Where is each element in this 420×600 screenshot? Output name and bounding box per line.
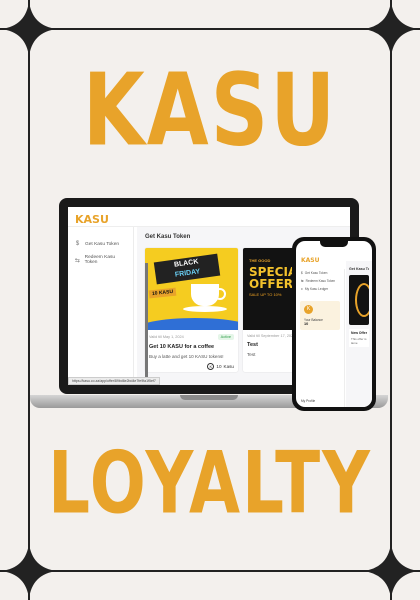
page-title: Get Kasu Token [349, 267, 369, 271]
headline-loyalty: LOYALTY [48, 433, 372, 534]
phone-mockup: KASU $ Get Kasu Token ⇆ Redeem Kasu Token … [292, 237, 376, 411]
sidebar-item-redeem-token[interactable]: ⇆ Redeem Kasu Token [296, 277, 344, 285]
sparkle-icon [1, 543, 57, 599]
status-badge: Active [217, 334, 234, 340]
redeem-icon: ⇆ [74, 257, 80, 264]
phone-screen: KASU $ Get Kasu Token ⇆ Redeem Kasu Token … [296, 241, 372, 407]
redeem-icon: ⇆ [301, 279, 304, 283]
frame-line-top [0, 28, 420, 30]
dollar-icon: $ [301, 271, 303, 275]
sidebar-item-redeem-token[interactable]: ⇆ Redeem Kasu Token [68, 251, 133, 269]
valid-date: Valid till May 1, 2024 [149, 335, 184, 339]
reward-amount: 10 [216, 364, 222, 369]
sparkle-icon [363, 543, 419, 599]
black-friday-art: BLACK FRIDAY [153, 253, 221, 285]
kasu-coin-icon: K [304, 305, 313, 314]
coffee-cup-icon [191, 284, 226, 306]
blue-swoosh-shape [145, 318, 238, 330]
profile-link[interactable]: My Profile [301, 399, 315, 403]
valid-date: Valid till September 17, 2024 [247, 334, 296, 338]
phone-main: Get Kasu Token New Offer This offer is l… [346, 261, 372, 407]
status-url: https://kasu.co.za/app/offer/89bd6e2bd4e… [68, 377, 160, 385]
offer-art-sub: SALE UP TO 10% [249, 292, 282, 297]
offer-reward: K 10 Kasu [145, 361, 238, 372]
frame-line-bottom [0, 570, 420, 572]
app-logo[interactable]: KASU [75, 213, 109, 226]
offer-image: BLACK FRIDAY 10 KASU [145, 248, 238, 330]
offer-title: New Offer [351, 331, 368, 335]
offer-card[interactable]: BLACK FRIDAY 10 KASU Valid till May 1, 2… [145, 248, 238, 372]
sidebar-item-label: Redeem Kasu Token [84, 255, 116, 265]
dollar-icon: $ [75, 241, 80, 247]
offer-image[interactable] [349, 275, 369, 325]
offer-art-small: THE GOOD [249, 258, 271, 263]
offer-description: Buy a latte and get 10 KASU tokens! [149, 354, 224, 359]
offer-description: This offer is lame [351, 337, 367, 345]
ledger-icon: ≡ [301, 287, 303, 291]
sidebar-item-get-token[interactable]: $ Get Kasu Token [296, 269, 344, 277]
app-logo[interactable]: KASU [301, 257, 320, 264]
scrollbar[interactable] [145, 263, 148, 385]
sidebar: $ Get Kasu Token ⇆ Redeem Kasu Token [68, 227, 134, 385]
sidebar-item-get-token[interactable]: $ Get Kasu Token [68, 237, 133, 251]
sparkle-icon [363, 1, 419, 57]
phone-sidebar: $ Get Kasu Token ⇆ Redeem Kasu Token ≡ My K… [296, 269, 345, 407]
kasu-coin-icon: K [207, 363, 215, 370]
offer-card[interactable]: New Offer This offer is lame [349, 329, 369, 347]
balance-value: 10 [304, 322, 309, 326]
sidebar-item-label: Get Kasu Token [85, 241, 120, 247]
balance-card: K Your Balance 10 [300, 301, 340, 330]
offer-title: Get 10 KASU for a coffee [149, 344, 215, 350]
card-meta: Valid till May 1, 2024 Active [145, 330, 238, 342]
reward-unit: Kasu [223, 364, 234, 369]
app-header: KASU [68, 207, 350, 227]
offer-banner: 10 KASU [148, 287, 177, 299]
saucer-shape [183, 306, 227, 312]
headline-kasu: KASU [82, 52, 338, 169]
sparkle-icon [1, 1, 57, 57]
phone-notch [320, 241, 348, 247]
sidebar-item-ledger[interactable]: ≡ My Kasu Ledger [296, 285, 344, 293]
